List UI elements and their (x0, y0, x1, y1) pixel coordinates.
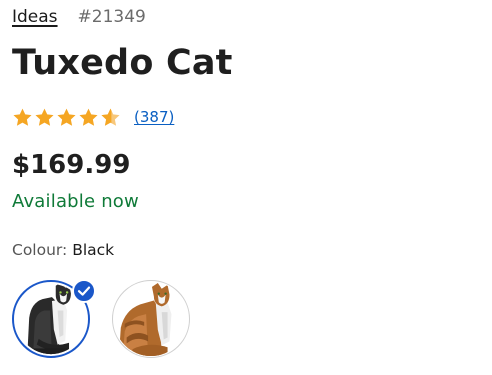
product-details: Ideas #21349 Tuxedo Cat (387) $169.99 Av… (12, 0, 482, 375)
star-rating (12, 107, 121, 128)
checkmark-icon (77, 286, 91, 296)
half-star-icon (101, 108, 120, 126)
colour-swatch-black[interactable] (12, 279, 96, 358)
orange-tabby-cat-thumbnail-icon (113, 281, 189, 357)
colour-label: Colour: (12, 241, 68, 259)
star-icon (13, 108, 32, 126)
star-icon (57, 108, 76, 126)
colour-value: Black (72, 241, 115, 259)
breadcrumb-theme-link[interactable]: Ideas (12, 7, 58, 27)
star-icon (79, 108, 98, 126)
selected-check-badge (72, 279, 96, 303)
review-count-link[interactable]: (387) (134, 108, 174, 126)
rating-row: (387) (12, 105, 174, 129)
colour-selector-label: Colour: Black (12, 239, 114, 261)
colour-swatch-orange[interactable] (112, 280, 190, 358)
set-number: #21349 (77, 7, 146, 27)
breadcrumb: Ideas #21349 (12, 5, 146, 29)
availability-status: Available now (12, 191, 139, 212)
product-price: $169.99 (12, 150, 131, 180)
star-icon (35, 108, 54, 126)
product-title: Tuxedo Cat (12, 43, 233, 83)
